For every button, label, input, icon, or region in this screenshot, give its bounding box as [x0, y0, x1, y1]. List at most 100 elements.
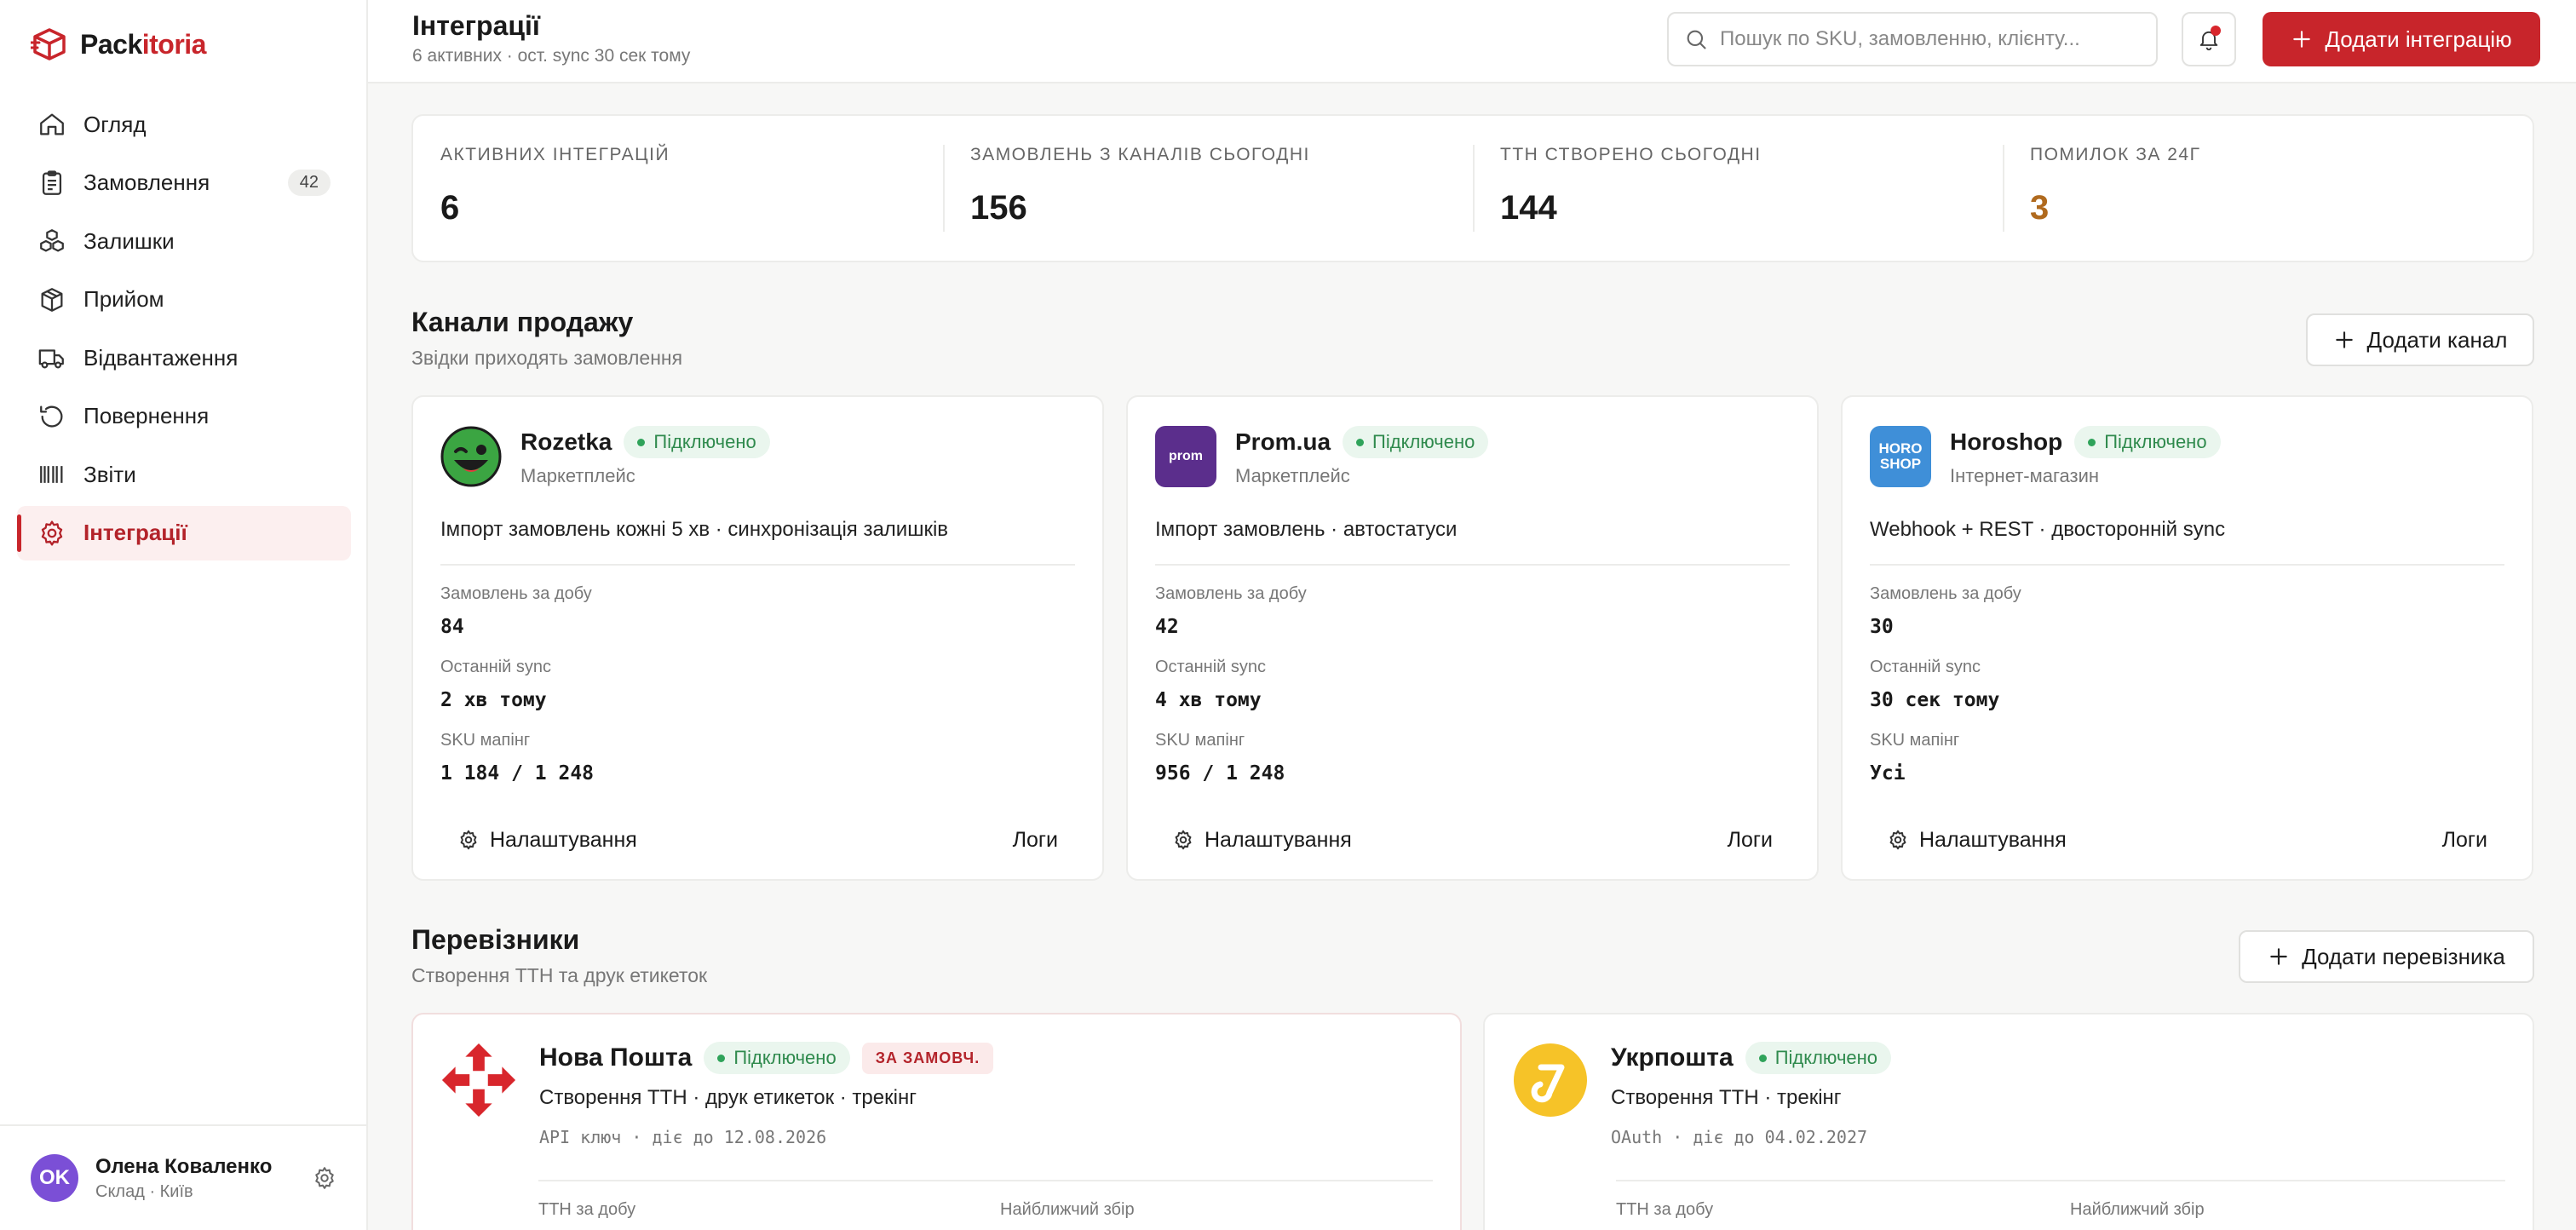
carriers-section-title: Перевізники — [411, 924, 580, 955]
stat-orders-today: ЗАМОВЛЕНЬ З КАНАЛІВ СЬОГОДНІ 156 — [943, 116, 1473, 261]
notification-dot — [2211, 26, 2221, 36]
status-badge: Підключено — [624, 426, 770, 458]
prom-logo: prom — [1155, 426, 1216, 487]
settings-button[interactable]: Налаштування — [440, 828, 654, 853]
user-role: Склад · Київ — [95, 1181, 193, 1201]
carrier-api-key: OAuth · діє до 04.02.2027 — [1611, 1127, 1868, 1147]
kv-label: Останній sync — [1870, 658, 1981, 676]
sidebar-item-receiving[interactable]: Прийом — [17, 273, 351, 327]
page-subtitle: 6 активних · ост. sync 30 сек тому — [412, 46, 691, 66]
kv-value: 956 / 1 248 — [1155, 762, 1285, 785]
kv-value: 42 — [1155, 616, 1179, 638]
home-icon — [40, 113, 64, 135]
horoshop-logo: HORO SHOP — [1870, 426, 1931, 487]
rozetka-smile-icon — [440, 426, 502, 487]
status-badge: Підключено — [1745, 1042, 1892, 1074]
search-box[interactable] — [1667, 12, 2158, 66]
status-badge: Підключено — [704, 1042, 850, 1074]
settings-button[interactable]: Налаштування — [1155, 828, 1369, 853]
next-pickup-label: Найближчий збір — [2070, 1200, 2205, 1219]
divider — [440, 564, 1075, 566]
divider — [1616, 1180, 2505, 1181]
sidebar-item-orders[interactable]: Замовлення 42 — [17, 156, 351, 210]
last-sync: Останній sync 30 сек тому — [1870, 658, 1999, 711]
logs-button[interactable]: Логи — [996, 828, 1075, 853]
prom-logo-text: prom — [1169, 449, 1203, 463]
kv-label: Замовлень за добу — [440, 584, 592, 603]
stat-ttn-today: ТТН СТВОРЕНО СЬОГОДНІ 144 — [1473, 116, 2003, 261]
last-sync: Останній sync 2 хв тому — [440, 658, 551, 711]
divider — [1870, 564, 2504, 566]
divider — [538, 1180, 1433, 1181]
kv-label: Замовлень за добу — [1155, 584, 1307, 603]
brand-logo[interactable]: Packitoria — [31, 26, 206, 63]
sidebar-item-integrations[interactable]: Інтеграції — [17, 505, 351, 560]
sidebar-item-overview[interactable]: Огляд — [17, 97, 351, 152]
stat-label: ЗАМОВЛЕНЬ З КАНАЛІВ СЬОГОДНІ — [970, 145, 1310, 164]
sidebar-item-reports[interactable]: Звіти — [17, 447, 351, 502]
ukrposhta-logo-icon — [1514, 1043, 1587, 1117]
stat-errors-24h: ПОМИЛОК ЗА 24Г 3 — [2003, 116, 2533, 261]
plus-icon — [2293, 31, 2311, 48]
channel-card-horoshop: HORO SHOP Horoshop Підключено Інтернет-м… — [1841, 395, 2533, 881]
add-channel-button[interactable]: Додати канал — [2306, 313, 2534, 366]
ttn-per-day-label: ТТН за добу — [1616, 1200, 1714, 1219]
carrier-name: Нова Пошта — [539, 1043, 693, 1072]
search-input[interactable] — [1720, 27, 2141, 51]
horoshop-logo-text-1: HORO — [1878, 440, 1923, 457]
add-carrier-label: Додати перевізника — [2302, 943, 2505, 969]
user-name: Олена Коваленко — [95, 1154, 273, 1178]
add-carrier-button[interactable]: Додати перевізника — [2239, 930, 2534, 983]
settings-button[interactable]: Налаштування — [1870, 828, 2084, 853]
sidebar-item-returns[interactable]: Повернення — [17, 389, 351, 444]
channel-name: Horoshop — [1950, 428, 2063, 455]
box-logo-icon — [31, 28, 66, 60]
horoshop-logo-text-2: SHOP — [1879, 456, 1922, 472]
sidebar-item-stock[interactable]: Залишки — [17, 214, 351, 268]
channel-description: Імпорт замовлень кожні 5 хв · синхроніза… — [440, 518, 949, 541]
search-icon — [1687, 30, 1706, 49]
carrier-card-nova-poshta: Нова Пошта Підключено ЗА ЗАМОВЧ. Створен… — [411, 1013, 1462, 1230]
carriers-section-subtitle: Створення ТТН та друк етикеток — [411, 964, 708, 986]
carrier-description: Створення ТТН · друк етикеток · трекінг — [539, 1086, 917, 1109]
channel-card-rozetka: Rozetka Підключено Маркетплейс Імпорт за… — [411, 395, 1104, 881]
rozetka-logo — [440, 426, 502, 487]
barcode-icon — [40, 466, 63, 483]
sku-mapping: SKU мапінг 1 184 / 1 248 — [440, 731, 594, 785]
user-settings-gear-icon[interactable] — [312, 1165, 337, 1191]
user-profile: OK Олена Коваленко Склад · Київ — [0, 1124, 368, 1230]
kv-value: 30 сек тому — [1870, 689, 2000, 711]
kv-label: SKU мапінг — [440, 731, 531, 750]
kv-value: Усі — [1870, 762, 1906, 785]
avatar[interactable]: OK — [31, 1154, 78, 1202]
add-integration-button[interactable]: Додати інтеграцію — [2263, 12, 2540, 66]
sidebar-item-shipping[interactable]: Відвантаження — [17, 330, 351, 385]
kv-label: Останній sync — [440, 658, 551, 676]
truck-icon — [38, 349, 64, 369]
channel-name: Rozetka — [520, 428, 612, 455]
logs-button[interactable]: Логи — [1711, 828, 1790, 853]
channel-name: Prom.ua — [1235, 428, 1331, 455]
brand-name-part2: itoria — [141, 28, 207, 60]
sidebar-item-label: Інтеграції — [83, 520, 187, 545]
kv-value: 1 184 / 1 248 — [440, 762, 595, 785]
channel-description: Webhook + REST · двосторонній sync — [1870, 518, 2226, 541]
gear-icon — [1175, 830, 1192, 850]
plus-icon — [2335, 331, 2353, 348]
kv-label: SKU мапінг — [1155, 731, 1245, 750]
kv-label: Замовлень за добу — [1870, 584, 2021, 603]
carrier-card-ukrposhta: Укрпошта Підключено Створення ТТН · трек… — [1483, 1013, 2534, 1230]
stats-panel: АКТИВНИХ ІНТЕГРАЦІЙ 6 ЗАМОВЛЕНЬ З КАНАЛІ… — [411, 114, 2534, 262]
orders-count-badge: 42 — [287, 170, 331, 196]
return-icon — [40, 405, 63, 427]
logs-button[interactable]: Логи — [2425, 828, 2504, 853]
brand-name-part1: Pack — [80, 28, 142, 60]
stat-label: АКТИВНИХ ІНТЕГРАЦІЙ — [440, 145, 670, 164]
sidebar-item-label: Повернення — [83, 403, 210, 428]
add-integration-label: Додати інтеграцію — [2325, 26, 2512, 52]
notifications-button[interactable] — [2182, 12, 2236, 66]
channel-type: Інтернет-магазин — [1950, 465, 2100, 486]
default-tag: ЗА ЗАМОВЧ. — [861, 1042, 994, 1074]
sidebar-item-label: Замовлення — [83, 170, 210, 195]
settings-label: Налаштування — [1919, 827, 2067, 852]
